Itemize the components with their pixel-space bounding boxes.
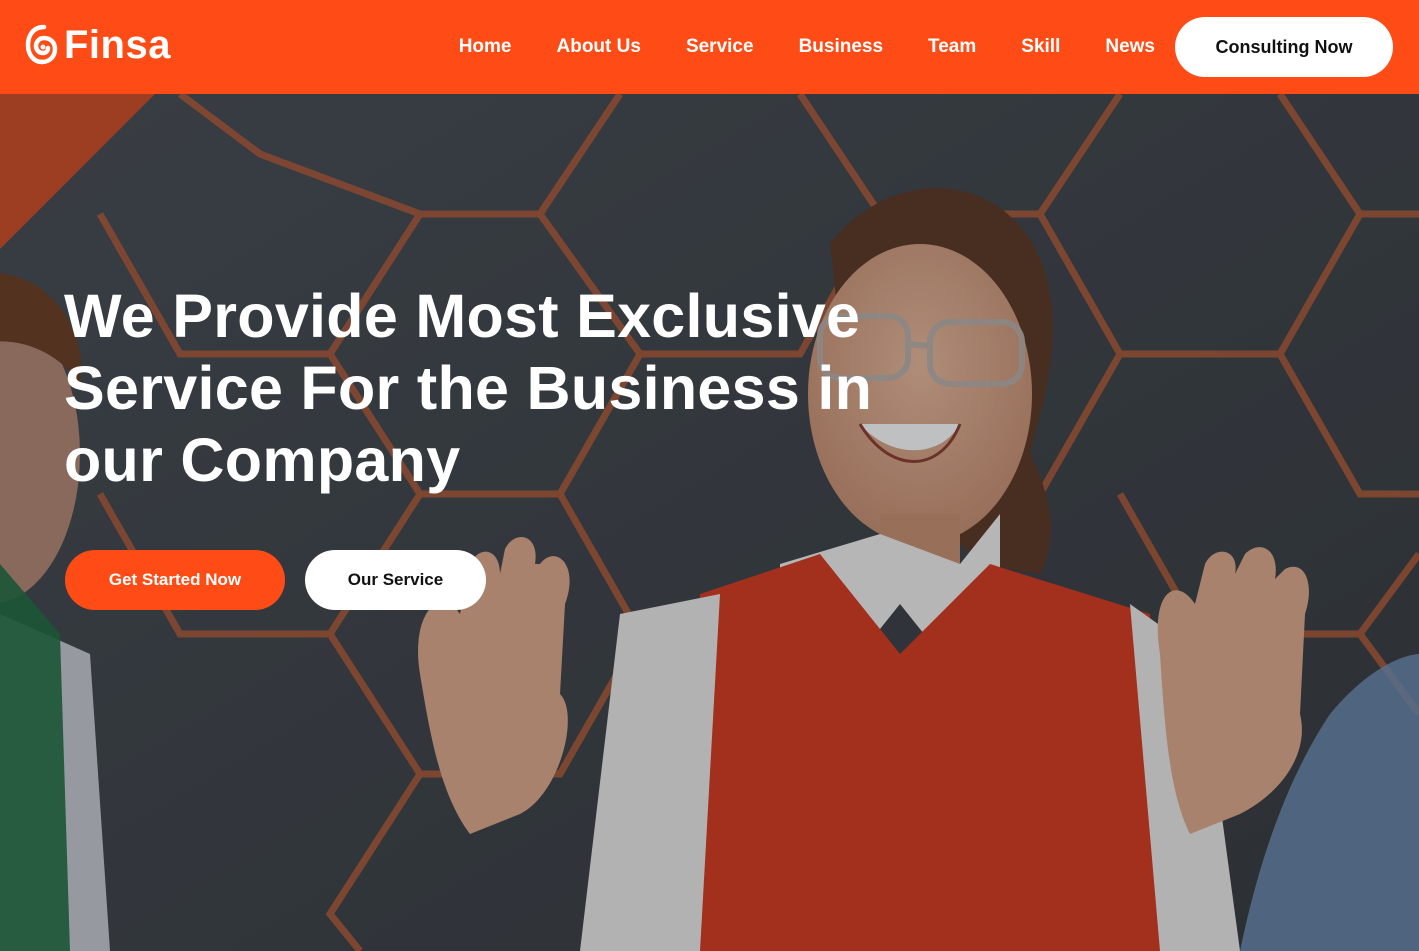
our-service-button[interactable]: Our Service bbox=[305, 550, 486, 610]
landing-page: Finsa Home About Us Service Business Tea… bbox=[0, 0, 1419, 951]
nav-item-skill[interactable]: Skill bbox=[1021, 36, 1060, 58]
nav-item-team[interactable]: Team bbox=[928, 36, 976, 58]
nav-item-home[interactable]: Home bbox=[459, 36, 512, 58]
consulting-now-button[interactable]: Consulting Now bbox=[1175, 17, 1393, 77]
hero-title: We Provide Most Exclusive Service For th… bbox=[64, 282, 873, 494]
nav-item-business[interactable]: Business bbox=[799, 36, 883, 58]
get-started-button[interactable]: Get Started Now bbox=[65, 550, 285, 610]
main-nav: Home About Us Service Business Team Skil… bbox=[459, 0, 1419, 94]
nav-item-about-us[interactable]: About Us bbox=[557, 36, 641, 58]
nav-item-news[interactable]: News bbox=[1105, 36, 1155, 58]
hero-buttons: Get Started Now Our Service bbox=[65, 550, 486, 610]
nav-item-service[interactable]: Service bbox=[686, 36, 754, 58]
finsa-logo-icon bbox=[25, 24, 58, 65]
hero-section: We Provide Most Exclusive Service For th… bbox=[0, 94, 1419, 951]
brand-name: Finsa bbox=[64, 23, 171, 67]
site-header: Finsa Home About Us Service Business Tea… bbox=[0, 0, 1419, 94]
logo[interactable]: Finsa bbox=[24, 22, 171, 68]
hero-background-image bbox=[0, 94, 1419, 951]
